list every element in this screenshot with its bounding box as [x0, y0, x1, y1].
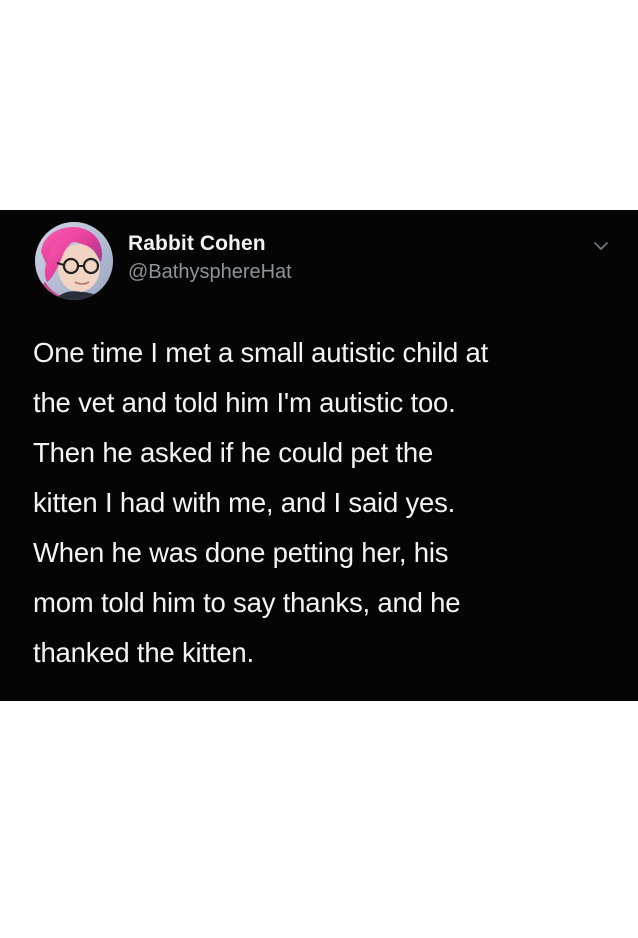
- chevron-down-icon[interactable]: [593, 240, 609, 252]
- profile-avatar-icon: [35, 222, 113, 300]
- user-handle[interactable]: @BathysphereHat: [128, 261, 292, 284]
- tweet-text: One time I met a small autistic child at…: [33, 337, 489, 668]
- tweet-card: Rabbit Cohen @BathysphereHat One time I …: [0, 210, 638, 701]
- avatar[interactable]: [35, 222, 113, 300]
- display-name[interactable]: Rabbit Cohen: [128, 232, 266, 256]
